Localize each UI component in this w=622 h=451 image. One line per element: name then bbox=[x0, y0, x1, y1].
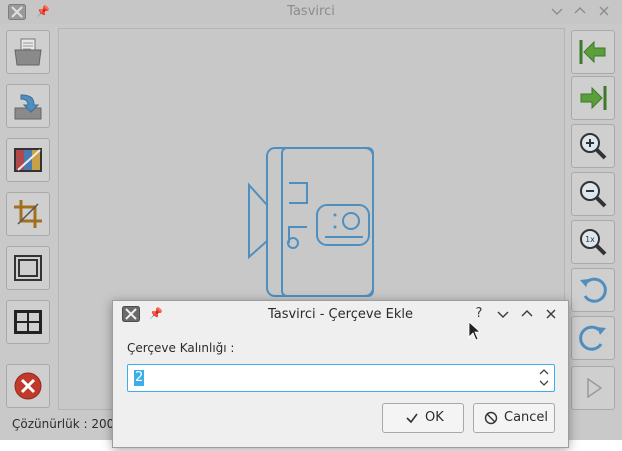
open-file-icon bbox=[14, 38, 42, 66]
left-toolbar bbox=[6, 28, 56, 410]
play-button[interactable] bbox=[571, 366, 615, 410]
frame-thickness-spinbox[interactable]: 2 bbox=[127, 364, 555, 392]
main-titlebar: 📌 Tasvirci bbox=[0, 0, 622, 24]
crop-button[interactable] bbox=[6, 192, 50, 236]
first-image-icon bbox=[579, 40, 606, 64]
save-button[interactable] bbox=[6, 84, 50, 128]
grid-button[interactable] bbox=[6, 300, 50, 344]
first-image-button[interactable] bbox=[571, 30, 615, 74]
chevron-down-icon bbox=[497, 311, 509, 318]
close-image-icon bbox=[14, 372, 42, 400]
grid-icon bbox=[14, 310, 42, 334]
cancel-button[interactable]: Cancel bbox=[473, 403, 555, 433]
rotate-right-icon bbox=[579, 325, 606, 351]
open-button[interactable] bbox=[6, 30, 50, 74]
help-icon: ? bbox=[475, 306, 483, 321]
placeholder-image-icon bbox=[248, 147, 374, 297]
zoom-reset-icon: 1x bbox=[580, 229, 607, 256]
minimize-button[interactable] bbox=[549, 3, 565, 19]
frame-thickness-label: Çerçeve Kalınlığı : bbox=[127, 341, 235, 355]
add-frame-dialog: 📌 Tasvirci - Çerçeve Ekle ? Çerçeve Kalı… bbox=[112, 300, 569, 448]
ok-label: OK bbox=[425, 410, 444, 425]
zoom-in-icon bbox=[580, 133, 607, 160]
zoom-out-button[interactable] bbox=[571, 172, 615, 216]
color-adjust-icon bbox=[14, 148, 42, 172]
frame-thickness-value[interactable]: 2 bbox=[134, 370, 145, 386]
close-icon bbox=[546, 309, 556, 319]
cancel-label: Cancel bbox=[504, 410, 549, 425]
close-image-button[interactable] bbox=[6, 364, 50, 408]
chevron-up-icon bbox=[521, 310, 533, 317]
spin-down-icon[interactable] bbox=[538, 378, 550, 388]
play-icon bbox=[587, 377, 603, 399]
rotate-right-button[interactable] bbox=[571, 316, 615, 360]
mouse-pointer-icon bbox=[468, 321, 480, 341]
rotate-left-button[interactable] bbox=[571, 268, 615, 312]
dialog-maximize-button[interactable] bbox=[519, 306, 535, 322]
save-file-icon bbox=[14, 94, 42, 120]
chevron-up-icon bbox=[574, 7, 586, 14]
color-adjust-button[interactable] bbox=[6, 138, 50, 182]
last-image-icon bbox=[580, 86, 607, 110]
dialog-titlebar: 📌 Tasvirci - Çerçeve Ekle ? bbox=[113, 301, 568, 327]
close-window-button[interactable] bbox=[596, 3, 612, 19]
zoom-reset-glyph: 1x bbox=[585, 235, 595, 244]
maximize-button[interactable] bbox=[572, 3, 588, 19]
right-toolbar: 1x bbox=[568, 28, 616, 410]
help-button[interactable]: ? bbox=[471, 306, 487, 322]
crop-icon bbox=[14, 200, 42, 228]
zoom-out-icon bbox=[580, 181, 607, 208]
frame-button[interactable] bbox=[6, 246, 50, 290]
dialog-minimize-button[interactable] bbox=[495, 306, 511, 322]
status-text: Çözünürlük : 200 bbox=[12, 417, 115, 431]
last-image-button[interactable] bbox=[571, 76, 615, 120]
dialog-close-button[interactable] bbox=[543, 306, 559, 322]
ok-button[interactable]: OK bbox=[382, 403, 464, 433]
zoom-in-button[interactable] bbox=[571, 124, 615, 168]
main-window-title: Tasvirci bbox=[287, 4, 335, 19]
cancel-icon bbox=[484, 411, 498, 425]
checkmark-icon bbox=[406, 413, 418, 424]
zoom-reset-button[interactable]: 1x bbox=[571, 220, 615, 264]
rotate-left-icon bbox=[580, 277, 607, 303]
chevron-down-icon bbox=[551, 8, 563, 15]
frame-icon bbox=[14, 255, 42, 281]
spin-up-icon[interactable] bbox=[538, 367, 550, 377]
close-icon bbox=[599, 6, 609, 16]
